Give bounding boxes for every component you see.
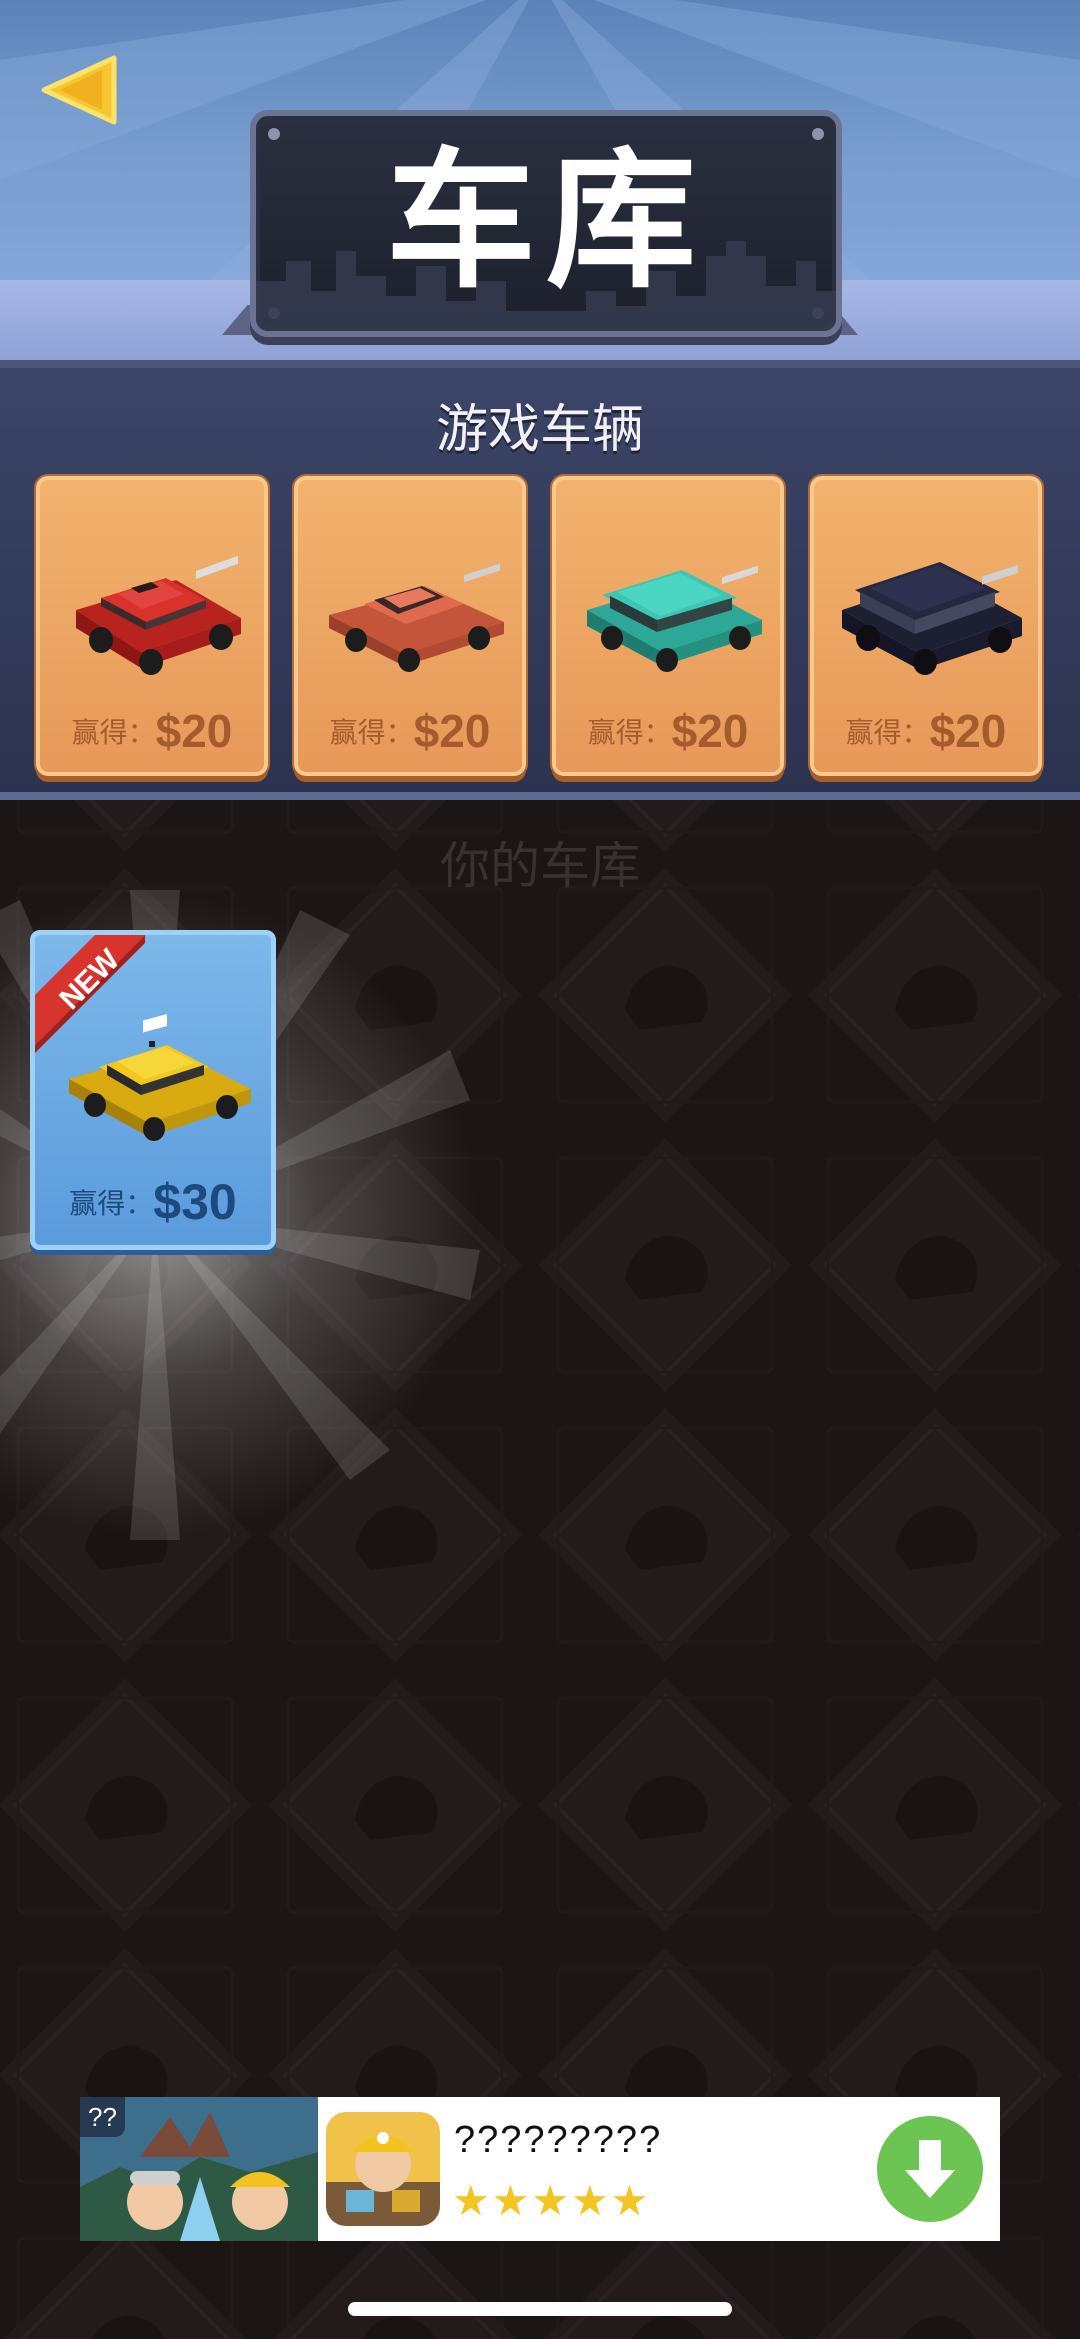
star-icon: ★ (452, 2177, 490, 2224)
vehicle-card-coral-sedan[interactable]: 赢得：$20 (294, 476, 526, 776)
red-hatchback-car-icon (76, 555, 241, 675)
back-arrow-icon (41, 55, 117, 125)
header: 车库 (0, 0, 1080, 360)
teal-wagon-car-icon (587, 565, 762, 672)
ad-badge: ?? (80, 2097, 125, 2137)
earn-label: 赢得：$20 (40, 704, 264, 758)
ad-rating-stars: ★★★★★ (452, 2179, 650, 2223)
earn-price: $30 (153, 1174, 237, 1230)
earn-label: 赢得：$20 (814, 704, 1038, 758)
game-vehicles-title: 游戏车辆 (435, 401, 644, 459)
download-arrow-icon (905, 2140, 955, 2198)
earn-text: 赢得： (329, 717, 414, 748)
ad-title: ????????? (454, 2119, 663, 2161)
home-indicator[interactable] (348, 2302, 732, 2316)
page-title: 车库 (385, 137, 706, 305)
ad-app-icon[interactable] (326, 2112, 440, 2226)
ad-banner[interactable]: ?? ????????? ★★★★★ (80, 2097, 1000, 2241)
earn-price: $20 (413, 705, 491, 757)
star-icon: ★ (570, 2177, 609, 2224)
earn-text: 赢得： (71, 717, 156, 748)
ad-image[interactable]: ?? (80, 2097, 318, 2241)
earn-price: $20 (155, 705, 233, 757)
navy-suv-car-icon (842, 562, 1022, 675)
earn-text: 赢得： (587, 717, 672, 748)
title-sign: 车库 (250, 110, 842, 337)
earn-price: $20 (671, 705, 749, 757)
coral-sedan-car-icon (329, 563, 504, 672)
star-icon: ★ (610, 2177, 649, 2224)
vehicle-card-teal-wagon[interactable]: 赢得：$20 (552, 476, 784, 776)
your-garage-title: 你的车库 (440, 838, 640, 894)
star-icon: ★ (491, 2177, 530, 2224)
ad-download-button[interactable] (877, 2116, 983, 2222)
owned-car-card-yellow-taxi[interactable]: NEW 赢得：$30 (30, 930, 276, 1250)
miner-app-icon (326, 2112, 440, 2226)
earn-label: 赢得：$30 (35, 1173, 271, 1231)
vehicle-card-navy-suv[interactable]: 赢得：$20 (810, 476, 1042, 776)
vehicle-card-red-hatchback[interactable]: 赢得：$20 (36, 476, 268, 776)
earn-text: 赢得： (845, 717, 930, 748)
back-button[interactable] (38, 50, 122, 130)
game-vehicles-panel: 游戏车辆 赢得：$20 赢得：$20 赢得：$20 赢得：$20 (0, 360, 1080, 800)
star-icon: ★ (531, 2177, 569, 2224)
earn-text: 赢得： (69, 1188, 154, 1219)
earn-label: 赢得：$20 (298, 704, 522, 758)
earn-label: 赢得：$20 (556, 704, 780, 758)
earn-price: $20 (929, 705, 1007, 757)
